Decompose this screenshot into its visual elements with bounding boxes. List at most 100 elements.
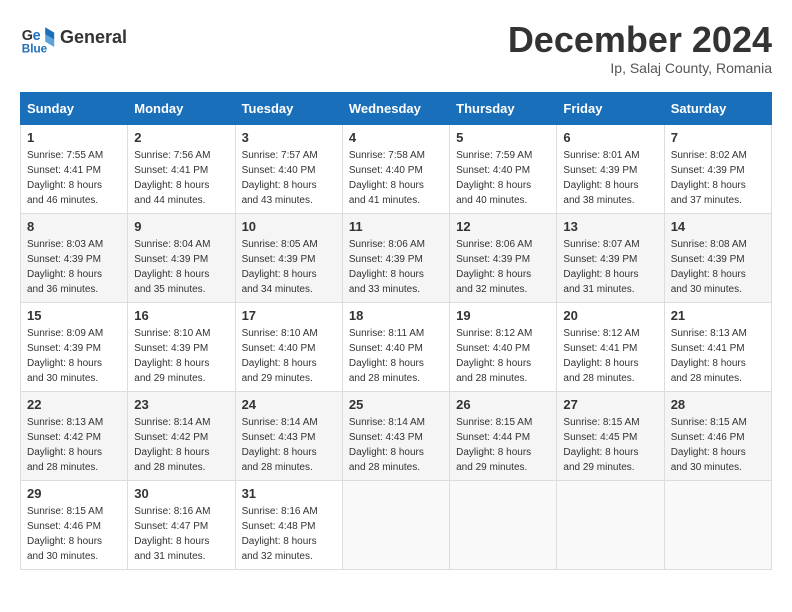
day-info: Sunrise: 8:14 AMSunset: 4:43 PMDaylight:…	[349, 415, 443, 475]
day-info: Sunrise: 8:06 AMSunset: 4:39 PMDaylight:…	[456, 237, 550, 297]
col-friday: Friday	[557, 92, 664, 124]
col-monday: Monday	[128, 92, 235, 124]
logo-icon: G e Blue	[20, 20, 56, 56]
day-number: 27	[563, 397, 657, 412]
day-info: Sunrise: 8:14 AMSunset: 4:42 PMDaylight:…	[134, 415, 228, 475]
calendar-cell: 8 Sunrise: 8:03 AMSunset: 4:39 PMDaylight…	[21, 213, 128, 302]
day-info: Sunrise: 8:01 AMSunset: 4:39 PMDaylight:…	[563, 148, 657, 208]
day-info: Sunrise: 8:02 AMSunset: 4:39 PMDaylight:…	[671, 148, 765, 208]
day-number: 6	[563, 130, 657, 145]
day-info: Sunrise: 8:07 AMSunset: 4:39 PMDaylight:…	[563, 237, 657, 297]
calendar-cell: 21Sunrise: 8:13 AMSunset: 4:41 PMDayligh…	[664, 302, 771, 391]
calendar-cell: 17 Sunrise: 8:10 AMSunset: 4:40 PMDayligh…	[235, 302, 342, 391]
day-info: Sunrise: 8:03 AMSunset: 4:39 PMDaylight:…	[27, 237, 121, 297]
col-tuesday: Tuesday	[235, 92, 342, 124]
calendar-cell: 24 Sunrise: 8:14 AMSunset: 4:43 PMDayligh…	[235, 391, 342, 480]
calendar-cell: 23 Sunrise: 8:14 AMSunset: 4:42 PMDayligh…	[128, 391, 235, 480]
calendar-cell: 19 Sunrise: 8:12 AMSunset: 4:40 PMDayligh…	[450, 302, 557, 391]
calendar-cell: 9Sunrise: 8:04 AMSunset: 4:39 PMDaylight…	[128, 213, 235, 302]
day-info: Sunrise: 7:58 AMSunset: 4:40 PMDaylight:…	[349, 148, 443, 208]
day-info: Sunrise: 8:10 AMSunset: 4:40 PMDaylight:…	[242, 326, 336, 386]
col-saturday: Saturday	[664, 92, 771, 124]
calendar-week-row: 29 Sunrise: 8:15 AMSunset: 4:46 PMDayligh…	[21, 480, 772, 569]
logo: G e Blue General	[20, 20, 127, 56]
calendar-cell	[342, 480, 449, 569]
day-info: Sunrise: 8:11 AMSunset: 4:40 PMDaylight:…	[349, 326, 443, 386]
day-info: Sunrise: 8:16 AMSunset: 4:47 PMDaylight:…	[134, 504, 228, 564]
col-wednesday: Wednesday	[342, 92, 449, 124]
day-number: 12	[456, 219, 550, 234]
calendar-cell: 25 Sunrise: 8:14 AMSunset: 4:43 PMDayligh…	[342, 391, 449, 480]
month-title: December 2024	[508, 20, 772, 60]
day-info: Sunrise: 7:59 AMSunset: 4:40 PMDaylight:…	[456, 148, 550, 208]
day-info: Sunrise: 8:15 AMSunset: 4:46 PMDaylight:…	[671, 415, 765, 475]
day-info: Sunrise: 8:12 AMSunset: 4:41 PMDaylight:…	[563, 326, 657, 386]
calendar-cell: 26 Sunrise: 8:15 AMSunset: 4:44 PMDayligh…	[450, 391, 557, 480]
calendar-cell: 28 Sunrise: 8:15 AMSunset: 4:46 PMDayligh…	[664, 391, 771, 480]
day-number: 25	[349, 397, 443, 412]
calendar-cell	[557, 480, 664, 569]
day-number: 30	[134, 486, 228, 501]
calendar-cell: 6 Sunrise: 8:01 AMSunset: 4:39 PMDaylight…	[557, 124, 664, 213]
day-info: Sunrise: 7:55 AMSunset: 4:41 PMDaylight:…	[27, 148, 121, 208]
calendar-cell: 15Sunrise: 8:09 AMSunset: 4:39 PMDayligh…	[21, 302, 128, 391]
calendar-cell: 11Sunrise: 8:06 AMSunset: 4:39 PMDayligh…	[342, 213, 449, 302]
day-info: Sunrise: 8:10 AMSunset: 4:39 PMDaylight:…	[134, 326, 228, 386]
day-info: Sunrise: 8:15 AMSunset: 4:44 PMDaylight:…	[456, 415, 550, 475]
day-number: 29	[27, 486, 121, 501]
day-number: 8	[27, 219, 121, 234]
calendar-cell: 13 Sunrise: 8:07 AMSunset: 4:39 PMDayligh…	[557, 213, 664, 302]
day-info: Sunrise: 8:15 AMSunset: 4:45 PMDaylight:…	[563, 415, 657, 475]
day-number: 3	[242, 130, 336, 145]
calendar-week-row: 15Sunrise: 8:09 AMSunset: 4:39 PMDayligh…	[21, 302, 772, 391]
day-number: 17	[242, 308, 336, 323]
day-number: 13	[563, 219, 657, 234]
day-number: 21	[671, 308, 765, 323]
day-number: 2	[134, 130, 228, 145]
day-info: Sunrise: 8:08 AMSunset: 4:39 PMDaylight:…	[671, 237, 765, 297]
day-number: 20	[563, 308, 657, 323]
calendar-cell: 3 Sunrise: 7:57 AMSunset: 4:40 PMDaylight…	[235, 124, 342, 213]
calendar-cell: 14Sunrise: 8:08 AMSunset: 4:39 PMDayligh…	[664, 213, 771, 302]
calendar-cell: 2Sunrise: 7:56 AMSunset: 4:41 PMDaylight…	[128, 124, 235, 213]
day-number: 23	[134, 397, 228, 412]
calendar-cell: 27 Sunrise: 8:15 AMSunset: 4:45 PMDayligh…	[557, 391, 664, 480]
calendar-week-row: 22Sunrise: 8:13 AMSunset: 4:42 PMDayligh…	[21, 391, 772, 480]
calendar-week-row: 8 Sunrise: 8:03 AMSunset: 4:39 PMDaylight…	[21, 213, 772, 302]
calendar-table: Sunday Monday Tuesday Wednesday Thursday…	[20, 92, 772, 570]
day-info: Sunrise: 8:12 AMSunset: 4:40 PMDaylight:…	[456, 326, 550, 386]
calendar-cell	[664, 480, 771, 569]
day-number: 4	[349, 130, 443, 145]
calendar-cell: 12 Sunrise: 8:06 AMSunset: 4:39 PMDayligh…	[450, 213, 557, 302]
day-number: 16	[134, 308, 228, 323]
day-number: 22	[27, 397, 121, 412]
calendar-cell: 5Sunrise: 7:59 AMSunset: 4:40 PMDaylight…	[450, 124, 557, 213]
day-number: 18	[349, 308, 443, 323]
day-number: 26	[456, 397, 550, 412]
day-number: 9	[134, 219, 228, 234]
day-info: Sunrise: 8:14 AMSunset: 4:43 PMDaylight:…	[242, 415, 336, 475]
svg-text:G: G	[22, 28, 33, 44]
day-info: Sunrise: 8:05 AMSunset: 4:39 PMDaylight:…	[242, 237, 336, 297]
calendar-cell	[450, 480, 557, 569]
day-info: Sunrise: 7:57 AMSunset: 4:40 PMDaylight:…	[242, 148, 336, 208]
calendar-cell: 22Sunrise: 8:13 AMSunset: 4:42 PMDayligh…	[21, 391, 128, 480]
day-number: 15	[27, 308, 121, 323]
day-number: 31	[242, 486, 336, 501]
day-number: 19	[456, 308, 550, 323]
day-number: 1	[27, 130, 121, 145]
calendar-cell: 7Sunrise: 8:02 AMSunset: 4:39 PMDaylight…	[664, 124, 771, 213]
calendar-cell: 31Sunrise: 8:16 AMSunset: 4:48 PMDayligh…	[235, 480, 342, 569]
day-info: Sunrise: 8:15 AMSunset: 4:46 PMDaylight:…	[27, 504, 121, 564]
col-sunday: Sunday	[21, 92, 128, 124]
calendar-cell: 4 Sunrise: 7:58 AMSunset: 4:40 PMDaylight…	[342, 124, 449, 213]
day-number: 24	[242, 397, 336, 412]
calendar-cell: 29 Sunrise: 8:15 AMSunset: 4:46 PMDayligh…	[21, 480, 128, 569]
calendar-cell: 1 Sunrise: 7:55 AMSunset: 4:41 PMDaylight…	[21, 124, 128, 213]
day-number: 28	[671, 397, 765, 412]
day-info: Sunrise: 8:06 AMSunset: 4:39 PMDaylight:…	[349, 237, 443, 297]
title-block: December 2024 Ip, Salaj County, Romania	[508, 20, 772, 76]
calendar-cell: 20 Sunrise: 8:12 AMSunset: 4:41 PMDayligh…	[557, 302, 664, 391]
logo-general-text: General	[60, 27, 127, 49]
svg-text:e: e	[33, 28, 41, 44]
